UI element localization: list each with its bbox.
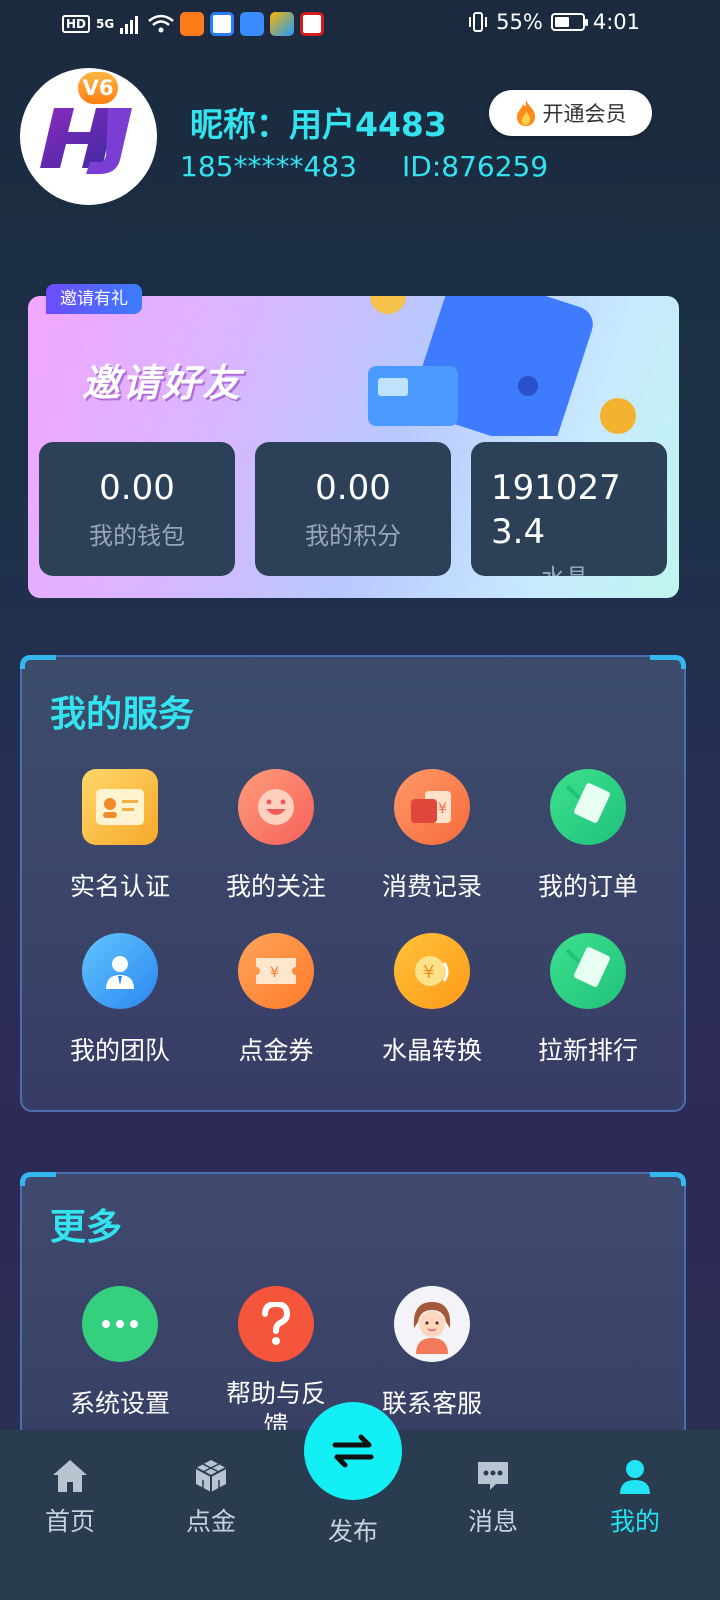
service-label: 我的订单	[537, 872, 638, 901]
status-right: 55% 4:01	[468, 10, 640, 34]
coupon-icon: ¥	[238, 933, 314, 1009]
nav-dianjin[interactable]: 点金	[151, 1458, 271, 1538]
service-label: 实名认证	[69, 872, 170, 901]
app-notification-icon	[210, 12, 235, 36]
service-verify[interactable]: 实名认证	[40, 769, 200, 903]
panel-corner	[20, 1172, 56, 1186]
stat-value: 0.00	[315, 468, 391, 508]
service-coupon[interactable]: ¥ 点金券	[196, 933, 356, 1067]
service-records[interactable]: ¥ 消费记录	[352, 769, 512, 903]
status-bar: HD 5G 55% 4:01	[0, 0, 720, 50]
more-dots-icon	[82, 1286, 158, 1362]
home-icon	[10, 1458, 130, 1498]
network-type: 5G	[96, 17, 115, 31]
service-label: 我的团队	[69, 1036, 170, 1065]
open-vip-button[interactable]: 开通会员	[489, 90, 652, 136]
nav-label: 首页	[44, 1507, 95, 1536]
service-follow[interactable]: 我的关注	[196, 769, 356, 903]
level-badge: V6	[76, 70, 120, 106]
wifi-icon	[148, 14, 175, 33]
more-title: 更多	[50, 1207, 123, 1248]
wallet-illustration-icon	[368, 296, 636, 436]
app-notification-icon	[180, 12, 205, 36]
bank-icon	[300, 12, 325, 36]
cube-icon	[151, 1458, 271, 1498]
service-label: 消费记录	[381, 872, 482, 901]
stat-label: 我的积分	[305, 522, 401, 550]
wallet-icon: ¥	[394, 769, 470, 845]
more-settings[interactable]: 系统设置	[40, 1286, 200, 1420]
stat-value: 1910273.4	[491, 468, 621, 552]
nav-label: 我的	[609, 1507, 660, 1536]
service-orders[interactable]: 我的订单	[508, 769, 668, 903]
person-icon	[575, 1458, 695, 1498]
swap-icon	[332, 1434, 374, 1468]
support-agent-icon	[394, 1286, 470, 1362]
battery-percent: 55%	[496, 10, 543, 34]
publish-button[interactable]	[304, 1402, 402, 1500]
exchange-icon: ¥	[394, 933, 470, 1009]
invite-tag: 邀请有礼	[46, 284, 142, 314]
nav-mine[interactable]: 我的	[575, 1458, 695, 1538]
svg-text:¥: ¥	[423, 962, 434, 983]
clock: 4:01	[592, 10, 640, 34]
panel-corner	[650, 1172, 686, 1186]
service-crystal-exchange[interactable]: ¥ 水晶转换	[352, 933, 512, 1067]
nav-publish[interactable]: 发布	[293, 1508, 413, 1548]
smile-icon	[238, 769, 314, 845]
question-icon	[238, 1286, 314, 1362]
signal-icon	[120, 16, 139, 34]
vibrate-icon	[469, 12, 488, 32]
svg-text:¥: ¥	[438, 801, 447, 817]
user-id: ID:876259	[402, 150, 549, 183]
nav-home[interactable]: 首页	[10, 1458, 130, 1538]
stat-value: 0.00	[99, 468, 175, 508]
nickname: 昵称：用户4483	[190, 105, 447, 144]
stat-label: 我的钱包	[89, 522, 185, 550]
service-label: 拉新排行	[537, 1036, 638, 1065]
service-team[interactable]: 我的团队	[40, 933, 200, 1067]
play-icon	[270, 12, 295, 36]
stat-crystal[interactable]: 1910273.4 水晶	[471, 442, 667, 576]
stat-points[interactable]: 0.00 我的积分	[255, 442, 451, 576]
flame-icon	[516, 100, 535, 126]
nav-label: 消息	[467, 1507, 518, 1536]
team-icon	[82, 933, 158, 1009]
nav-messages[interactable]: 消息	[433, 1458, 553, 1538]
cloud-icon	[240, 12, 265, 36]
battery-icon	[550, 13, 588, 31]
phone-number: 185*****483	[180, 150, 357, 183]
invite-title: 邀请好友	[82, 361, 243, 405]
service-label: 水晶转换	[381, 1036, 482, 1065]
more-customer-service[interactable]: 联系客服	[352, 1286, 512, 1420]
nav-label: 发布	[327, 1517, 378, 1546]
stat-label: 水晶	[541, 558, 667, 576]
stat-wallet[interactable]: 0.00 我的钱包	[39, 442, 235, 576]
service-ranking[interactable]: 拉新排行	[508, 933, 668, 1067]
panel-corner	[20, 655, 56, 669]
service-label: 点金券	[238, 1036, 314, 1065]
panel-corner	[650, 655, 686, 669]
open-vip-label: 开通会员	[542, 102, 627, 126]
id-card-icon	[82, 769, 158, 845]
more-label: 系统设置	[69, 1389, 170, 1418]
message-icon	[433, 1458, 553, 1498]
hd-icon: HD	[62, 15, 91, 33]
services-title: 我的服务	[50, 694, 195, 735]
ranking-icon	[550, 933, 626, 1009]
nav-label: 点金	[185, 1507, 236, 1536]
status-left: HD 5G	[62, 12, 325, 36]
service-label: 我的关注	[225, 872, 326, 901]
order-icon	[550, 769, 626, 845]
svg-text:¥: ¥	[270, 965, 279, 981]
services-panel: 我的服务 实名认证 我的关注 ¥ 消费记录 我的订单 我的团队 ¥ 点金券 ¥ …	[20, 655, 686, 1112]
